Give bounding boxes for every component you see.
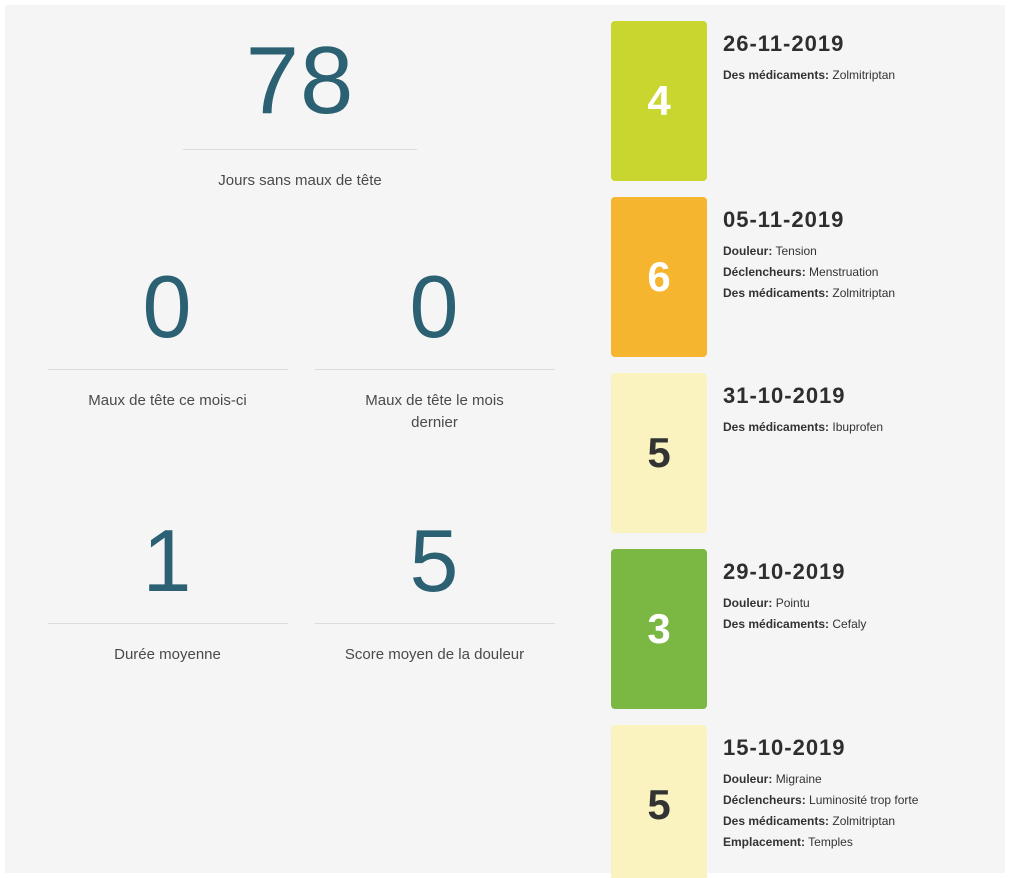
entry-detail: Des médicaments: Ibuprofen bbox=[723, 417, 1010, 438]
stat-label: Maux de tête le mois dernier bbox=[365, 392, 504, 431]
stat-value: 0 bbox=[409, 257, 460, 356]
detail-value: Pointu bbox=[775, 596, 810, 610]
divider bbox=[314, 369, 555, 370]
entry-detail: Des médicaments: Cefaly bbox=[723, 614, 1010, 635]
headache-entry[interactable]: 4 26-11-2019 Des médicaments: Zolmitriptan bbox=[611, 21, 1005, 195]
detail-value: Tension bbox=[775, 244, 817, 258]
detail-key: Des médicaments: bbox=[723, 420, 830, 434]
stat-headaches-last-month: 0 Maux de tête le mois dernier bbox=[312, 263, 557, 434]
entry-detail: Des médicaments: Zolmitriptan bbox=[723, 65, 1010, 86]
detail-key: Déclencheurs: bbox=[723, 265, 806, 279]
detail-value: Zolmitriptan bbox=[832, 814, 896, 828]
detail-key: Déclencheurs: bbox=[723, 793, 806, 807]
entry-detail: Déclencheurs: Luminosité trop forte bbox=[723, 790, 1010, 811]
divider bbox=[47, 623, 288, 624]
entry-detail: Douleur: Pointu bbox=[723, 593, 1010, 614]
pain-score-badge: 5 bbox=[611, 373, 707, 533]
pain-score-badge: 3 bbox=[611, 549, 707, 709]
headache-entry[interactable]: 3 29-10-2019 Douleur: Pointu Des médicament… bbox=[611, 549, 1005, 723]
detail-key: Douleur: bbox=[723, 596, 773, 610]
detail-key: Douleur: bbox=[723, 244, 773, 258]
stat-label: Durée moyenne bbox=[114, 646, 221, 663]
entry-detail: Douleur: Migraine bbox=[723, 769, 1010, 790]
detail-key: Des médicaments: bbox=[723, 617, 830, 631]
stat-value: 0 bbox=[142, 257, 193, 356]
headache-entry[interactable]: 5 31-10-2019 Des médicaments: Ibuprofen bbox=[611, 373, 1005, 547]
detail-value: Ibuprofen bbox=[832, 420, 884, 434]
entry-info: 29-10-2019 Douleur: Pointu Des médicaments… bbox=[723, 559, 1010, 635]
detail-key: Des médicaments: bbox=[723, 68, 830, 82]
stat-headaches-this-month: 0 Maux de tête ce mois-ci bbox=[45, 263, 290, 412]
divider bbox=[183, 149, 417, 150]
pain-score-badge: 6 bbox=[611, 197, 707, 357]
detail-value: Zolmitriptan bbox=[832, 286, 896, 300]
entry-info: 05-11-2019 Douleur: Tension Déclencheurs: … bbox=[723, 207, 1010, 304]
entry-date: 31-10-2019 bbox=[723, 383, 846, 408]
headache-entry[interactable]: 5 15-10-2019 Douleur: Migraine Déclencheurs… bbox=[611, 725, 1005, 878]
stat-label: Maux de tête ce mois-ci bbox=[88, 392, 247, 409]
entry-info: 26-11-2019 Des médicaments: Zolmitriptan bbox=[723, 31, 1010, 86]
headache-dashboard: 78 Jours sans maux de tête 0 Maux de têt… bbox=[5, 5, 1005, 878]
entry-date: 05-11-2019 bbox=[723, 207, 845, 232]
divider bbox=[314, 623, 555, 624]
stat-days-without-headache: 78 Jours sans maux de tête bbox=[180, 33, 420, 192]
detail-key: Emplacement: bbox=[723, 835, 806, 849]
entry-detail: Emplacement: Temples bbox=[723, 832, 1010, 853]
entry-info: 15-10-2019 Douleur: Migraine Déclencheurs:… bbox=[723, 735, 1010, 853]
detail-key: Douleur: bbox=[723, 772, 773, 786]
detail-value: Migraine bbox=[775, 772, 822, 786]
detail-value: Luminosité trop forte bbox=[809, 793, 919, 807]
headache-entry-list: 4 26-11-2019 Des médicaments: Zolmitriptan… bbox=[611, 21, 1005, 878]
detail-value: Zolmitriptan bbox=[832, 68, 896, 82]
headache-entry[interactable]: 6 05-11-2019 Douleur: Tension Déclencheurs:… bbox=[611, 197, 1005, 371]
pain-score-badge: 5 bbox=[611, 725, 707, 878]
entry-detail: Déclencheurs: Menstruation bbox=[723, 262, 1010, 283]
entry-date: 26-11-2019 bbox=[723, 31, 845, 56]
stat-average-pain-score: 5 Score moyen de la douleur bbox=[312, 517, 557, 666]
entry-detail: Des médicaments: Zolmitriptan bbox=[723, 811, 1010, 832]
stat-average-duration: 1 Durée moyenne bbox=[45, 517, 290, 666]
detail-value: Temples bbox=[808, 835, 853, 849]
entry-detail: Des médicaments: Zolmitriptan bbox=[723, 283, 1010, 304]
entry-date: 29-10-2019 bbox=[723, 559, 846, 584]
detail-value: Menstruation bbox=[809, 265, 879, 279]
entry-date: 15-10-2019 bbox=[723, 735, 846, 760]
entry-detail: Douleur: Tension bbox=[723, 241, 1010, 262]
stat-value: 1 bbox=[142, 511, 193, 610]
divider bbox=[47, 369, 288, 370]
stats-panel: 78 Jours sans maux de tête 0 Maux de têt… bbox=[5, 5, 585, 873]
detail-key: Des médicaments: bbox=[723, 286, 830, 300]
stat-label: Score moyen de la douleur bbox=[344, 646, 525, 663]
stat-value: 5 bbox=[409, 511, 460, 610]
detail-value: Cefaly bbox=[832, 617, 867, 631]
pain-score-badge: 4 bbox=[611, 21, 707, 181]
stat-value: 78 bbox=[245, 27, 355, 134]
detail-key: Des médicaments: bbox=[723, 814, 830, 828]
entry-info: 31-10-2019 Des médicaments: Ibuprofen bbox=[723, 383, 1010, 438]
stat-label: Jours sans maux de tête bbox=[218, 172, 382, 189]
